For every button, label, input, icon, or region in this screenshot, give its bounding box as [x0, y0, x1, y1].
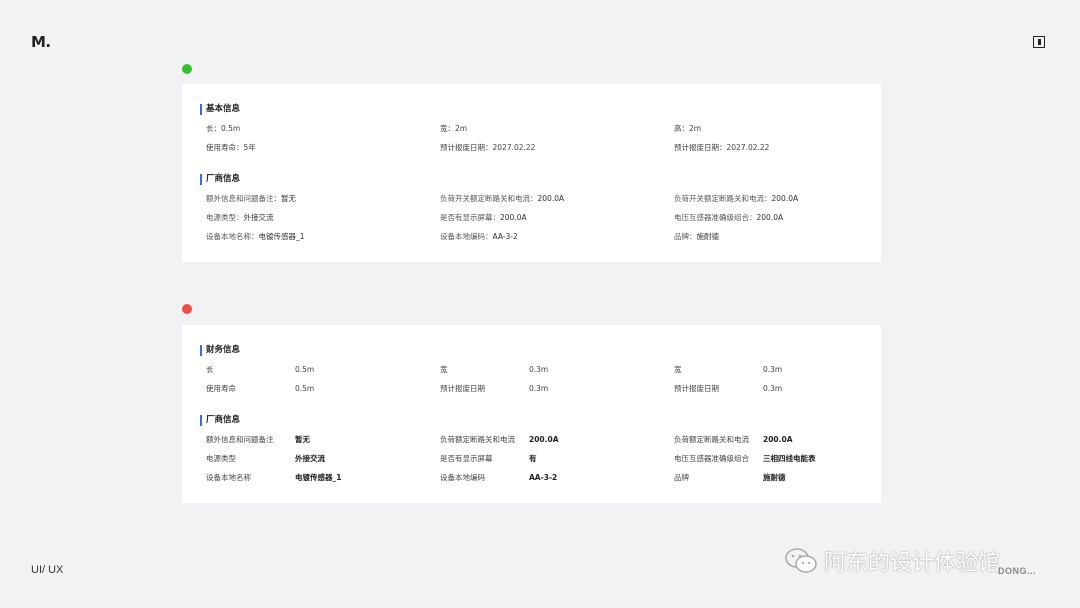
status-dot-green [182, 64, 192, 74]
brand-logo: M. [31, 33, 51, 51]
vendor-label: 电源类型 [206, 454, 236, 463]
basic-field: 宽：2m [440, 124, 468, 133]
vendor-field: 设备本地名称：电镀传感器_1 [206, 232, 305, 241]
vendor-field: 品牌：施耐德 [674, 232, 719, 241]
vendor-label: 负荷额定断路关和电流 [440, 435, 515, 444]
footer-label: UI/ UX [31, 564, 64, 576]
basic-field: 长：0.5m [206, 124, 241, 133]
vendor-label: 负荷额定断路关和电流 [674, 435, 749, 444]
watermark-text: 阿东的设计体验馆 [824, 551, 1001, 576]
vendor-value: 电镀传感器_1 [295, 473, 342, 482]
vendor-label: 品牌 [674, 473, 689, 482]
footer-mark: DONG... [998, 566, 1037, 576]
finance-label: 长 [206, 365, 214, 374]
vendor-field: 设备本地编码：AA-3-2 [440, 232, 518, 241]
finance-value: 0.5m [295, 384, 315, 393]
vendor-label: 是否有显示屏幕 [440, 454, 493, 463]
wechat-icon [785, 548, 817, 573]
vendor-value: 三相四线电能表 [763, 454, 816, 463]
finance-value: 0.3m [529, 365, 549, 374]
vendor-value: 外接交流 [295, 454, 325, 463]
vendor-label: 设备本地编码 [440, 473, 485, 482]
finance-value: 0.3m [763, 365, 783, 374]
vendor-field: 额外信息和问题备注：暂无 [206, 194, 296, 203]
section-title-vendor: 厂商信息 [200, 174, 240, 185]
basic-field: 预计报废日期：2027.02.22 [440, 143, 536, 152]
vendor-field: 负荷开关额定断路关和电流：200.0A [674, 194, 799, 203]
finance-label: 预计报废日期 [440, 384, 485, 393]
vendor-label: 电压互感器准确级组合 [674, 454, 749, 463]
info-card-1: 基本信息 长：0.5m 宽：2m 高：2m 使用寿命：5年 预计报废日期：202… [182, 84, 881, 262]
vendor-value: 200.0A [763, 435, 793, 444]
section-title-vendor-2: 厂商信息 [200, 415, 240, 426]
status-dot-red [182, 304, 192, 314]
finance-label: 使用寿命 [206, 384, 236, 393]
finance-label: 预计报废日期 [674, 384, 719, 393]
vendor-label: 设备本地名称 [206, 473, 251, 482]
expand-icon[interactable] [1033, 36, 1045, 48]
section-title-finance: 财务信息 [200, 345, 240, 356]
vendor-field: 电源类型：外接交流 [206, 213, 274, 222]
vendor-value: AA-3-2 [529, 473, 558, 482]
watermark: 阿东的设计体验馆 [784, 545, 1000, 577]
vendor-label: 额外信息和问题备注 [206, 435, 274, 444]
section-title-basic: 基本信息 [200, 104, 240, 115]
vendor-field: 负荷开关额定断路关和电流：200.0A [440, 194, 565, 203]
vendor-value: 暂无 [295, 435, 310, 444]
finance-value: 0.3m [763, 384, 783, 393]
vendor-value: 200.0A [529, 435, 559, 444]
finance-value: 0.5m [295, 365, 315, 374]
basic-field: 高：2m [674, 124, 702, 133]
vendor-field: 是否有显示屏幕：200.0A [440, 213, 527, 222]
finance-label: 宽 [674, 365, 682, 374]
vendor-value: 有 [529, 454, 537, 463]
basic-field: 使用寿命：5年 [206, 143, 256, 152]
basic-field: 预计报废日期：2027.02.22 [674, 143, 770, 152]
finance-value: 0.3m [529, 384, 549, 393]
vendor-value: 施耐德 [763, 473, 786, 482]
vendor-field: 电压互感器准确级组合：200.0A [674, 213, 784, 222]
finance-label: 宽 [440, 365, 448, 374]
info-card-2: 财务信息 长 0.5m 宽 0.3m 宽 0.3m 使用寿命 0.5m 预计报废… [182, 325, 881, 503]
